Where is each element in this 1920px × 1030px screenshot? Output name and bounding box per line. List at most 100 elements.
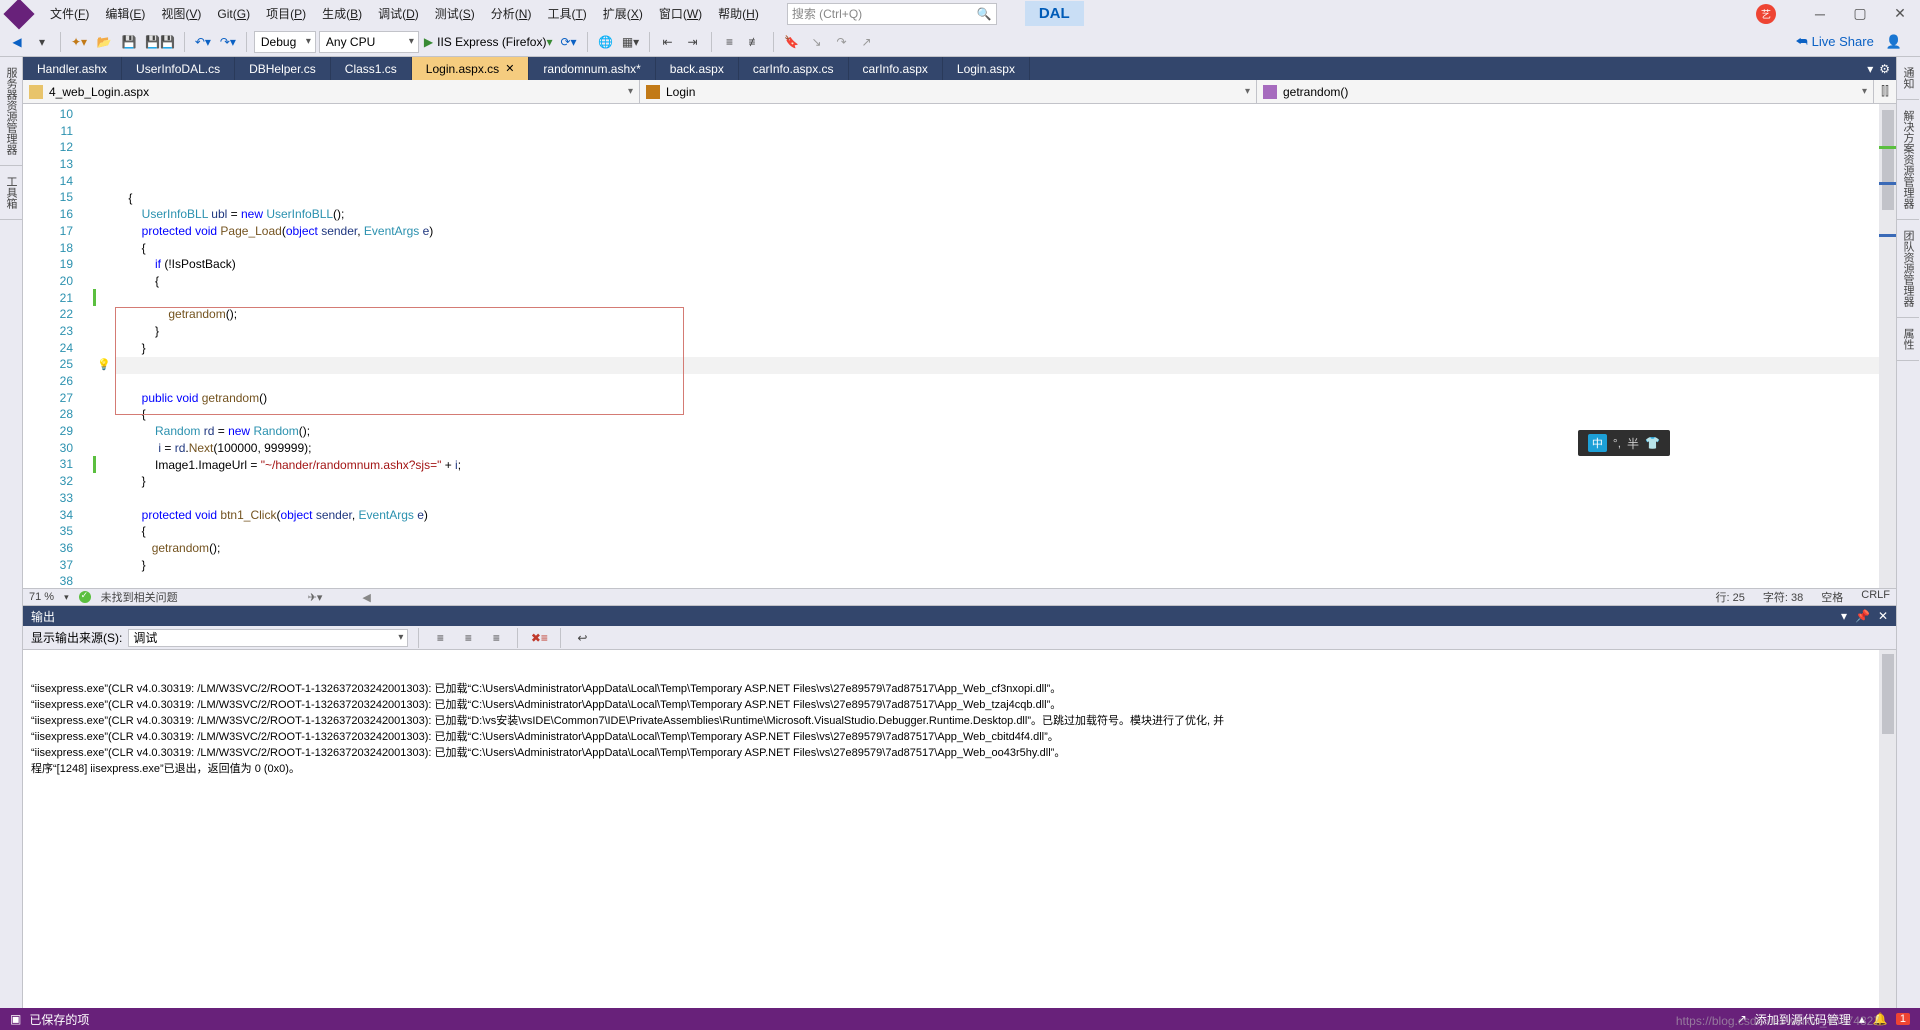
output-wrap-icon[interactable]: ↩ (571, 627, 593, 649)
document-tab[interactable]: Login.aspx.cs✕ (412, 57, 530, 80)
scroll-mark (1879, 182, 1896, 185)
status-line: 行: 25 (1716, 589, 1745, 605)
refresh-button[interactable]: ⟳▾ (558, 31, 580, 53)
step-out-icon[interactable]: ↗ (856, 31, 878, 53)
document-tab[interactable]: UserInfoDAL.cs (122, 57, 235, 80)
zoom-combo[interactable]: 71 % (29, 591, 54, 603)
output-scrollbar-v[interactable] (1879, 650, 1896, 1014)
undo-button[interactable]: ↶▾ (192, 31, 214, 53)
nav-class-combo[interactable]: Login▾ (640, 80, 1257, 103)
run-button[interactable]: ▶ IIS Express (Firefox) ▾ (422, 31, 555, 53)
document-tab[interactable]: carInfo.aspx (849, 57, 943, 80)
nav-scope-combo[interactable]: 4_web_Login.aspx▾ (23, 80, 640, 103)
tool-grid-icon[interactable]: ▦▾ (620, 31, 642, 53)
step-into-icon[interactable]: ↘ (806, 31, 828, 53)
output-panel-header[interactable]: 输出 ▾ 📌 ✕ (23, 606, 1896, 626)
nav-left-icon[interactable]: ◀ (362, 591, 370, 604)
panel-pin-icon[interactable]: 📌 (1855, 609, 1870, 623)
change-margin (91, 104, 115, 588)
ime-badge[interactable]: 中 °, 半 👕 (1578, 430, 1670, 456)
nav-back-button[interactable]: ◀ (6, 31, 28, 53)
document-tab[interactable]: DBHelper.cs (235, 57, 331, 80)
minimize-button[interactable]: ─ (1800, 1, 1840, 27)
document-tab[interactable]: Class1.cs (331, 57, 412, 80)
close-button[interactable]: ✕ (1880, 1, 1920, 27)
search-input[interactable]: 搜索 (Ctrl+Q) 🔍 (787, 3, 997, 25)
document-tab[interactable]: carInfo.aspx.cs (739, 57, 849, 80)
side-tab[interactable]: 通知 (1897, 57, 1919, 100)
ime-punc: °, (1613, 436, 1621, 450)
search-placeholder: 搜索 (Ctrl+Q) (792, 5, 862, 22)
user-icon: 👤 (1886, 34, 1902, 50)
left-tool-sidebar: 服务器资源管理器工具箱 (0, 57, 23, 1008)
notification-count: 1 (1896, 1013, 1910, 1025)
menu-item[interactable]: 分析(N) (483, 2, 540, 26)
platform-combo[interactable]: Any CPU (319, 31, 419, 53)
tab-overflow-icon[interactable]: ▾ (1867, 62, 1873, 76)
side-tab[interactable]: 团队资源管理器 (1897, 220, 1919, 318)
menu-item[interactable]: 工具(T) (539, 2, 594, 26)
new-item-button[interactable]: ✦▾ (68, 31, 90, 53)
output-source-combo[interactable]: 调试 (128, 629, 408, 647)
menu-item[interactable]: Git(G) (209, 2, 258, 26)
avatar[interactable]: 艺 (1756, 4, 1776, 24)
menu-item[interactable]: 帮助(H) (710, 2, 767, 26)
menu-item[interactable]: 扩展(X) (595, 2, 651, 26)
nav-fwd-button[interactable]: ▾ (31, 31, 53, 53)
editor-scrollbar[interactable] (1879, 104, 1896, 588)
uncomment-icon[interactable]: ≢ (744, 31, 766, 53)
document-tab[interactable]: Handler.ashx (23, 57, 122, 80)
side-tab[interactable]: 工具箱 (0, 166, 22, 220)
menu-item[interactable]: 调试(D) (370, 2, 427, 26)
open-button[interactable]: 📂 (93, 31, 115, 53)
code-area[interactable]: 💡 { UserInfoBLL ubl = new UserInfoBLL();… (115, 104, 1896, 588)
status-col: 字符: 38 (1763, 589, 1803, 605)
output-tool-icon[interactable]: ≡ (457, 627, 479, 649)
indent-right-icon[interactable]: ⇥ (682, 31, 704, 53)
menu-item[interactable]: 生成(B) (314, 2, 370, 26)
side-tab[interactable]: 属性 (1897, 318, 1919, 361)
tool-browser-icon[interactable]: 🌐 (595, 31, 617, 53)
config-combo[interactable]: Debug (254, 31, 316, 53)
comment-icon[interactable]: ≡ (719, 31, 741, 53)
side-tab[interactable]: 解决方案资源管理器 (1897, 100, 1919, 220)
side-tab[interactable]: 服务器资源管理器 (0, 57, 22, 166)
document-tab[interactable]: Login.aspx (943, 57, 1030, 80)
menu-item[interactable]: 文件(F) (42, 2, 97, 26)
tab-close-icon[interactable]: ✕ (505, 62, 514, 75)
step-over-icon[interactable]: ↷ (831, 31, 853, 53)
panel-close-icon[interactable]: ✕ (1878, 609, 1888, 623)
menu-item[interactable]: 测试(S) (427, 2, 483, 26)
output-tool-icon[interactable]: ≡ (429, 627, 451, 649)
redo-button[interactable]: ↷▾ (217, 31, 239, 53)
output-tool-icon[interactable]: ≡ (485, 627, 507, 649)
code-editor[interactable]: 1011121314151617181920212223242526272829… (23, 104, 1896, 588)
tab-settings-icon[interactable]: ⚙ (1879, 62, 1890, 76)
document-tab-strip: Handler.ashxUserInfoDAL.csDBHelper.csCla… (23, 57, 1896, 80)
output-scroll-thumb[interactable] (1882, 654, 1894, 734)
output-clear-icon[interactable]: ✖≡ (528, 627, 550, 649)
maximize-button[interactable]: ▢ (1840, 1, 1880, 27)
status-eol: CRLF (1861, 589, 1890, 605)
save-all-button[interactable]: 💾💾 (143, 31, 177, 53)
document-tab[interactable]: back.aspx (656, 57, 739, 80)
lightbulb-icon[interactable]: 💡 (97, 357, 111, 374)
menu-item[interactable]: 编辑(E) (97, 2, 153, 26)
indent-left-icon[interactable]: ⇤ (657, 31, 679, 53)
status-ins: 空格 (1821, 589, 1843, 605)
menu-item[interactable]: 视图(V) (153, 2, 209, 26)
nav-member-combo[interactable]: getrandom()▾ (1257, 80, 1874, 103)
menu-item[interactable]: 窗口(W) (651, 2, 710, 26)
bookmark-icon[interactable]: 🔖 (781, 31, 803, 53)
dal-button[interactable]: DAL (1025, 1, 1084, 26)
ime-width: 半 (1627, 435, 1639, 452)
save-button[interactable]: 💾 (118, 31, 140, 53)
menu-item[interactable]: 项目(P) (258, 2, 314, 26)
document-tab[interactable]: randomnum.ashx* (529, 57, 655, 80)
nav-split-icon[interactable]: ⫿⫿ (1874, 80, 1896, 103)
output-text[interactable]: “iisexpress.exe”(CLR v4.0.30319: /LM/W3S… (23, 650, 1896, 1030)
nav-flag-icon[interactable]: ✈▾ (308, 591, 323, 604)
live-share-button[interactable]: ⮪ Live Share 👤 (1784, 34, 1914, 50)
panel-dropdown-icon[interactable]: ▾ (1841, 609, 1847, 623)
scroll-thumb[interactable] (1882, 110, 1894, 210)
